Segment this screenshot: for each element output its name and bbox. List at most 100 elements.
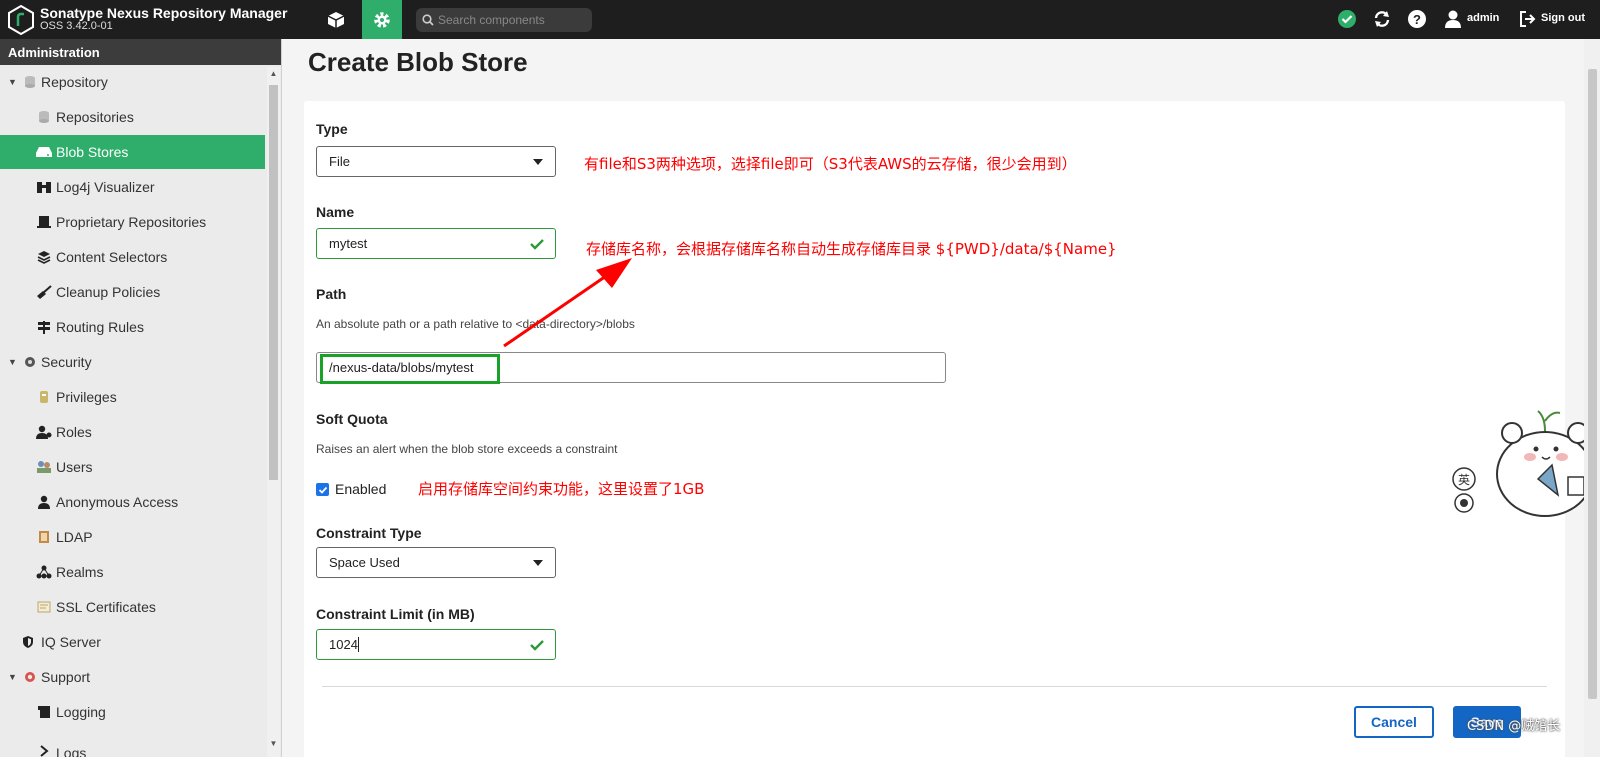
name-field-value: mytest bbox=[329, 236, 368, 251]
form-divider bbox=[322, 686, 1547, 687]
brand[interactable]: Sonatype Nexus Repository Manager OSS 3.… bbox=[8, 4, 287, 36]
text-cursor bbox=[357, 637, 359, 652]
type-select[interactable]: File bbox=[316, 146, 556, 177]
sidebar-item-users[interactable]: Users bbox=[0, 450, 265, 484]
sidebar-item-label: Proprietary Repositories bbox=[56, 214, 207, 230]
sign-out-link[interactable]: Sign out bbox=[1541, 12, 1585, 24]
expand-caret-icon[interactable]: ▼ bbox=[8, 77, 18, 87]
sidebar-item-content-selectors[interactable]: Content Selectors bbox=[0, 240, 265, 274]
sidebar-item-cleanup-policies[interactable]: Cleanup Policies bbox=[0, 275, 265, 309]
app-version: OSS 3.42.0-01 bbox=[40, 20, 113, 32]
refresh-icon[interactable] bbox=[1371, 8, 1393, 30]
checkmark-icon bbox=[318, 486, 327, 494]
constraint-limit-field[interactable]: 1024 bbox=[316, 629, 556, 660]
sidebar-item-logging[interactable]: Logging bbox=[0, 695, 265, 729]
sidebar-item-blob-stores[interactable]: Blob Stores bbox=[0, 135, 265, 169]
sidebar-item-realms[interactable]: Realms bbox=[0, 555, 265, 589]
database-icon bbox=[36, 109, 52, 125]
sidebar-item-repositories[interactable]: Repositories bbox=[0, 100, 265, 134]
sidebar-item-label: IQ Server bbox=[41, 634, 101, 650]
soft-quota-label: Soft Quota bbox=[316, 411, 388, 427]
sidebar-item-log4j-visualizer[interactable]: Log4j Visualizer bbox=[0, 170, 265, 204]
sidebar-item-label: Anonymous Access bbox=[56, 494, 179, 510]
shield-icon bbox=[22, 354, 38, 370]
user-icon bbox=[36, 494, 52, 510]
valid-check-icon bbox=[530, 640, 544, 651]
sidebar-item-label: Blob Stores bbox=[56, 144, 129, 160]
scroll-down-icon[interactable]: ▼ bbox=[267, 739, 280, 751]
type-annotation: 有file和S3两种选项，选择file即可（S3代表AWS的云存储，很少会用到） bbox=[584, 155, 1077, 173]
hard-drive-icon bbox=[36, 144, 52, 160]
main-scrollbar[interactable] bbox=[1584, 39, 1600, 757]
sidebar-item-privileges[interactable]: Privileges bbox=[0, 380, 265, 414]
database-icon bbox=[22, 74, 38, 90]
sidebar-item-proprietary-repositories[interactable]: Proprietary Repositories bbox=[0, 205, 265, 239]
sidebar-item-logs[interactable]: Logs bbox=[0, 729, 265, 757]
constraint-type-select[interactable]: Space Used bbox=[316, 547, 556, 578]
annotation-arrow bbox=[503, 258, 632, 348]
type-label: Type bbox=[316, 121, 348, 137]
sidebar-scroll-thumb[interactable] bbox=[269, 85, 278, 480]
mascot-sticker-image: 英 bbox=[1452, 410, 1594, 517]
sidebar-item-anonymous-access[interactable]: Anonymous Access bbox=[0, 485, 265, 519]
constraint-limit-value: 1024 bbox=[329, 637, 358, 652]
sidebar-item-label: Support bbox=[41, 669, 91, 685]
browse-button[interactable] bbox=[316, 0, 356, 39]
watermark: CSDN @贼馆长 bbox=[1467, 719, 1561, 734]
system-status-icon[interactable] bbox=[1336, 8, 1358, 30]
sidebar-item-label: Realms bbox=[56, 564, 104, 580]
sidebar-item-iq-server[interactable]: IQ Server bbox=[0, 625, 265, 659]
enabled-checkbox[interactable] bbox=[316, 483, 329, 496]
sidebar-group-security[interactable]: ▼ Security bbox=[0, 345, 265, 379]
sidebar-item-label: Logs bbox=[56, 745, 87, 757]
certificate-icon bbox=[36, 599, 52, 615]
scroll-up-icon[interactable]: ▲ bbox=[267, 69, 280, 81]
search-box[interactable] bbox=[416, 8, 592, 32]
quota-annotation: 启用存储库空间约束功能，这里设置了1GB bbox=[418, 480, 705, 498]
cancel-button[interactable]: Cancel bbox=[1354, 706, 1434, 738]
search-input[interactable] bbox=[438, 13, 588, 27]
sidebar-scrollbar[interactable]: ▲ ▼ bbox=[267, 67, 280, 757]
sidebar-item-label: SSL Certificates bbox=[56, 599, 156, 615]
sidebar-item-ldap[interactable]: LDAP bbox=[0, 520, 265, 554]
app-title: Sonatype Nexus Repository Manager bbox=[40, 5, 288, 21]
constraint-type-label: Constraint Type bbox=[316, 525, 422, 541]
shield-icon bbox=[20, 634, 36, 650]
enabled-label[interactable]: Enabled bbox=[335, 481, 386, 497]
search-icon bbox=[422, 14, 434, 26]
name-annotation: 存储库名称，会根据存储库名称自动生成存储库目录 ${PWD}/data/${Na… bbox=[586, 240, 1117, 258]
sidebar-item-label: Routing Rules bbox=[56, 319, 144, 335]
soft-quota-help: Raises an alert when the blob store exce… bbox=[316, 442, 618, 456]
user-name[interactable]: admin bbox=[1467, 12, 1499, 24]
signpost-icon bbox=[36, 319, 52, 335]
sidebar-item-roles[interactable]: Roles bbox=[0, 415, 265, 449]
users-icon bbox=[36, 459, 52, 475]
sidebar-item-ssl-certificates[interactable]: SSL Certificates bbox=[0, 590, 265, 624]
page-title: Create Blob Store bbox=[308, 47, 528, 77]
sidebar-item-label: Security bbox=[41, 354, 92, 370]
chevron-down-icon bbox=[533, 159, 543, 165]
path-label: Path bbox=[316, 286, 347, 302]
sidebar: Administration ▼ Repository Repositories… bbox=[0, 39, 282, 757]
sign-out-icon[interactable] bbox=[1517, 8, 1539, 30]
sidebar-item-label: LDAP bbox=[56, 529, 93, 545]
administration-button[interactable] bbox=[362, 0, 402, 39]
binoculars-icon bbox=[36, 179, 52, 195]
expand-caret-icon[interactable]: ▼ bbox=[8, 672, 18, 682]
cube-icon bbox=[327, 11, 345, 28]
sidebar-item-routing-rules[interactable]: Routing Rules bbox=[0, 310, 265, 344]
expand-caret-icon[interactable]: ▼ bbox=[8, 357, 18, 367]
chevron-down-icon bbox=[533, 560, 543, 566]
book-icon bbox=[36, 529, 52, 545]
sidebar-item-label: Repository bbox=[41, 74, 108, 90]
help-icon[interactable]: ? bbox=[1406, 8, 1428, 30]
name-label: Name bbox=[316, 204, 355, 220]
sidebar-group-repository[interactable]: ▼ Repository bbox=[0, 65, 265, 99]
main-scroll-thumb[interactable] bbox=[1588, 69, 1597, 699]
sidebar-item-label: Cleanup Policies bbox=[56, 284, 161, 300]
sitemap-icon bbox=[36, 564, 52, 580]
user-icon[interactable] bbox=[1442, 8, 1464, 30]
svg-text:?: ? bbox=[1413, 12, 1421, 27]
sidebar-group-support[interactable]: ▼ Support bbox=[0, 660, 265, 694]
constraint-type-value: Space Used bbox=[329, 555, 400, 570]
